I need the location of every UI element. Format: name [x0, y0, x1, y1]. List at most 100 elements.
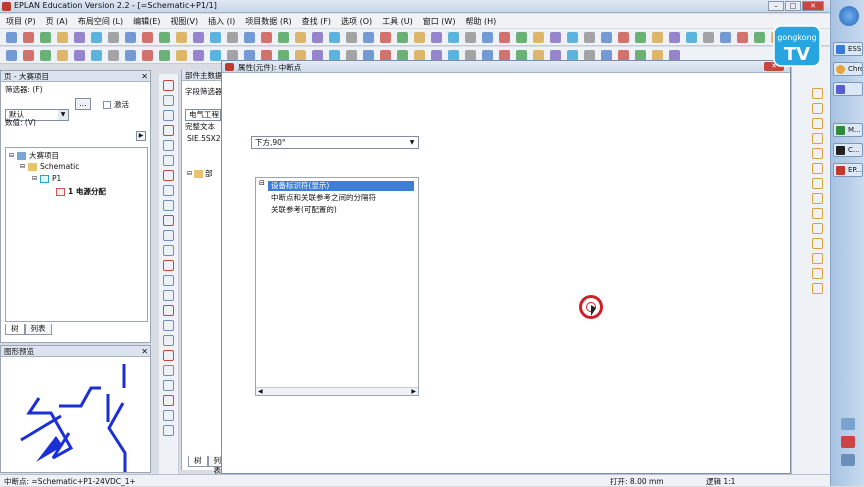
- toolbar-tool-icon[interactable]: [652, 32, 663, 43]
- symbol-tool-icon[interactable]: [163, 290, 174, 301]
- toolbar-tool-icon[interactable]: [550, 32, 561, 43]
- close-button[interactable]: ✕: [802, 1, 824, 11]
- symbol-tool-icon[interactable]: [163, 125, 174, 136]
- tree-item-root[interactable]: ⊟ 大赛项目: [9, 150, 59, 161]
- symbol-tool-icon[interactable]: [163, 215, 174, 226]
- menu-project[interactable]: 项目 (P): [6, 16, 36, 27]
- menu-layout-space[interactable]: 布局空间 (L): [78, 16, 123, 27]
- symbol-tool-icon[interactable]: [163, 260, 174, 271]
- toolbar-tool-icon[interactable]: [108, 50, 119, 61]
- connection-symbol-icon[interactable]: [812, 238, 823, 249]
- toolbar-tool-icon[interactable]: [312, 32, 323, 43]
- toolbar-tool-icon[interactable]: [703, 32, 714, 43]
- toolbar-tool-icon[interactable]: [159, 32, 170, 43]
- toolbar-tool-icon[interactable]: [635, 32, 646, 43]
- apply-value-button[interactable]: ▶: [136, 131, 146, 141]
- toolbar-tool-icon[interactable]: [465, 32, 476, 43]
- menu-help[interactable]: 帮助 (H): [465, 16, 496, 27]
- toolbar-tool-icon[interactable]: [669, 32, 680, 43]
- toolbar-tool-icon[interactable]: [57, 32, 68, 43]
- toolbar-tool-icon[interactable]: [193, 32, 204, 43]
- symbol-tool-icon[interactable]: [163, 410, 174, 421]
- toolbar-tool-icon[interactable]: [227, 32, 238, 43]
- activate-checkbox[interactable]: [103, 100, 111, 109]
- taskbar-item[interactable]: Chro: [833, 62, 863, 76]
- taskbar-item[interactable]: EP...: [833, 163, 863, 177]
- symbol-tool-icon[interactable]: [163, 380, 174, 391]
- symbol-tool-icon[interactable]: [163, 170, 174, 181]
- toolbar-tool-icon[interactable]: [40, 50, 51, 61]
- toolbar-tool-icon[interactable]: [720, 32, 731, 43]
- filter-more-button[interactable]: ...: [75, 98, 91, 110]
- toolbar-tool-icon[interactable]: [142, 50, 153, 61]
- toolbar-tool-icon[interactable]: [754, 32, 765, 43]
- toolbar-tool-icon[interactable]: [6, 32, 17, 43]
- toolbar-tool-icon[interactable]: [91, 50, 102, 61]
- connection-symbol-icon[interactable]: [812, 178, 823, 189]
- symbol-tool-icon[interactable]: [163, 305, 174, 316]
- symbol-tool-icon[interactable]: [163, 350, 174, 361]
- symbol-tool-icon[interactable]: [163, 185, 174, 196]
- connection-symbol-icon[interactable]: [812, 208, 823, 219]
- list-item[interactable]: 中断点和关联参考之间的分隔符: [268, 193, 379, 203]
- toolbar-tool-icon[interactable]: [737, 32, 748, 43]
- toolbar-tool-icon[interactable]: [261, 32, 272, 43]
- toolbar-tool-icon[interactable]: [686, 32, 697, 43]
- horizontal-scrollbar[interactable]: ◀ ▶: [256, 387, 418, 395]
- symbol-tool-icon[interactable]: [163, 110, 174, 121]
- menu-window[interactable]: 窗口 (W): [423, 16, 456, 27]
- connection-symbol-icon[interactable]: [812, 88, 823, 99]
- symbol-tool-icon[interactable]: [163, 335, 174, 346]
- connection-symbol-icon[interactable]: [812, 223, 823, 234]
- toolbar-tool-icon[interactable]: [74, 32, 85, 43]
- symbol-tool-icon[interactable]: [163, 320, 174, 331]
- toolbar-tool-icon[interactable]: [397, 32, 408, 43]
- menu-project-data[interactable]: 项目数据 (R): [245, 16, 291, 27]
- toolbar-tool-icon[interactable]: [346, 32, 357, 43]
- toolbar-tool-icon[interactable]: [210, 50, 221, 61]
- taskbar-item[interactable]: [833, 82, 863, 96]
- toolbar-tool-icon[interactable]: [159, 50, 170, 61]
- connection-symbol-icon[interactable]: [812, 133, 823, 144]
- toolbar-tool-icon[interactable]: [125, 32, 136, 43]
- toolbar-tool-icon[interactable]: [448, 32, 459, 43]
- symbol-tool-icon[interactable]: [163, 95, 174, 106]
- symbol-tool-icon[interactable]: [163, 395, 174, 406]
- toolbar-tool-icon[interactable]: [193, 50, 204, 61]
- connection-symbol-icon[interactable]: [812, 118, 823, 129]
- tree-item-page[interactable]: 1 电源分配: [56, 186, 106, 197]
- symbol-tool-icon[interactable]: [163, 275, 174, 286]
- toolbar-tool-icon[interactable]: [74, 50, 85, 61]
- toolbar-tool-icon[interactable]: [380, 32, 391, 43]
- taskbar-item[interactable]: ESS: [833, 42, 863, 56]
- symbol-tool-icon[interactable]: [163, 200, 174, 211]
- tray-icon[interactable]: [841, 454, 855, 466]
- windows-start-icon[interactable]: [839, 6, 859, 26]
- toolbar-tool-icon[interactable]: [57, 50, 68, 61]
- toolbar-tool-icon[interactable]: [414, 32, 425, 43]
- tab-list[interactable]: 列表: [24, 324, 52, 335]
- toolbar-tool-icon[interactable]: [40, 32, 51, 43]
- toolbar-tool-icon[interactable]: [431, 32, 442, 43]
- menu-view[interactable]: 视图(V): [170, 16, 198, 27]
- tray-icon[interactable]: [841, 436, 855, 448]
- minimize-button[interactable]: –: [768, 1, 784, 11]
- tree-item-schematic[interactable]: ⊟ Schematic: [20, 162, 79, 171]
- toolbar-tool-icon[interactable]: [91, 32, 102, 43]
- symbol-tool-icon[interactable]: [163, 425, 174, 436]
- menu-insert[interactable]: 插入 (I): [208, 16, 235, 27]
- toolbar-tool-icon[interactable]: [516, 32, 527, 43]
- taskbar-item[interactable]: M...: [833, 123, 863, 137]
- menu-tools[interactable]: 工具 (U): [382, 16, 413, 27]
- toolbar-tool-icon[interactable]: [295, 32, 306, 43]
- scroll-right-icon[interactable]: ▶: [411, 388, 416, 395]
- toolbar-tool-icon[interactable]: [601, 32, 612, 43]
- list-item[interactable]: 设备标识符(显示): [268, 181, 414, 191]
- toolbar-tool-icon[interactable]: [329, 32, 340, 43]
- toolbar-tool-icon[interactable]: [6, 50, 17, 61]
- position-dropdown[interactable]: 下方,90° ▼: [251, 136, 419, 149]
- menu-edit[interactable]: 编辑(E): [133, 16, 160, 27]
- list-item[interactable]: 关联参考(可配置的): [268, 205, 340, 215]
- tree-item-p1[interactable]: ⊟ P1: [32, 174, 61, 183]
- toolbar-tool-icon[interactable]: [210, 32, 221, 43]
